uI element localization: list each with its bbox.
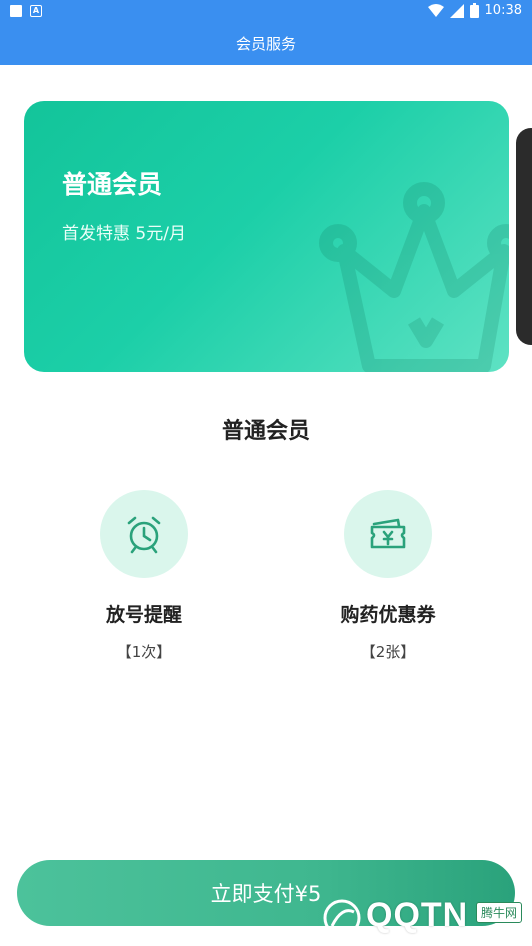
benefit-name: 放号提醒: [105, 604, 182, 626]
watermark-badge: 腾牛网: [475, 902, 522, 923]
benefit-name: 购药优惠券: [340, 604, 436, 626]
watermark-logo-icon: [323, 899, 361, 937]
benefit-coupon: 购药优惠券 【2张】: [308, 490, 468, 662]
crown-icon: [319, 182, 509, 372]
benefit-icon-circle: [344, 490, 432, 578]
watermark-text: QQTN: [366, 896, 469, 934]
card-title: 普通会员: [62, 170, 163, 199]
benefit-reminder: 放号提醒 【1次】: [64, 490, 224, 662]
notification-a-icon: A: [30, 5, 42, 17]
wifi-icon: [427, 3, 444, 17]
alarm-clock-icon: [127, 516, 161, 554]
status-time: 10:38: [484, 3, 522, 18]
status-bar: A 10:38: [0, 0, 532, 24]
battery-icon: [469, 3, 479, 18]
benefit-count: 【2张】: [360, 643, 416, 661]
card-subtitle: 首发特惠 5元/月: [62, 224, 186, 244]
page-title: 会员服务: [235, 35, 296, 53]
benefit-icon-circle: [100, 490, 188, 578]
watermark: QQTN 腾牛网: [322, 894, 522, 942]
app-bar: 会员服务: [0, 24, 532, 65]
yuan-coupon-icon: [370, 518, 406, 549]
benefit-count: 【1次】: [116, 643, 172, 661]
membership-card[interactable]: 普通会员 首发特惠 5元/月: [24, 101, 509, 372]
next-card-peek[interactable]: [516, 128, 532, 345]
notification-square-icon: [10, 5, 22, 17]
signal-icon: [449, 3, 464, 18]
section-title: 普通会员: [221, 419, 310, 444]
